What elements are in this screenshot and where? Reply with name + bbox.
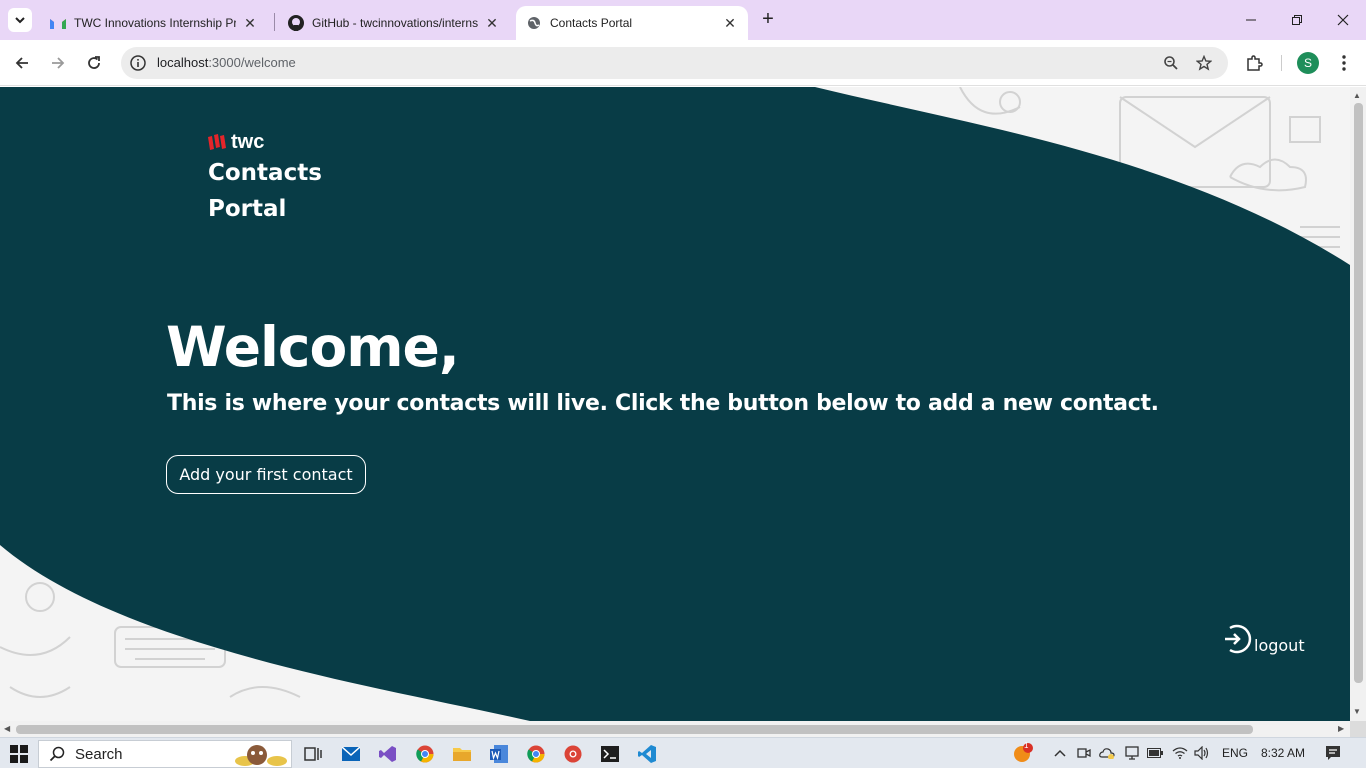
taskbar-search-label: Search	[75, 745, 123, 763]
word-icon[interactable]	[487, 742, 511, 766]
forward-button[interactable]	[46, 51, 70, 75]
tab-strip: TWC Innovations Internship Pro ✕ GitHub …	[0, 0, 1366, 40]
brand-logo: twc	[208, 131, 348, 153]
add-button-label: Add your first contact	[179, 465, 353, 484]
arrow-right-icon	[52, 57, 65, 69]
notifications-icon[interactable]	[1325, 745, 1341, 761]
vscode-icon[interactable]	[635, 742, 659, 766]
battery-icon[interactable]	[1147, 745, 1163, 761]
scroll-right-icon[interactable]: ▶	[1338, 724, 1344, 733]
arrow-left-icon	[15, 57, 28, 69]
tab-separator	[274, 13, 275, 31]
twc-logo-icon	[208, 134, 226, 150]
display-icon[interactable]	[1124, 745, 1140, 761]
info-icon[interactable]	[129, 54, 147, 72]
notification-count: 1	[1024, 741, 1029, 750]
url-path: :3000/welcome	[208, 55, 296, 70]
add-first-contact-button[interactable]: Add your first contact	[166, 455, 366, 494]
github-icon	[288, 15, 304, 31]
tab-title: Contacts Portal	[550, 16, 633, 30]
brand-title: Contacts Portal	[208, 160, 322, 222]
horizontal-scrollbar[interactable]: ◀ ▶	[0, 721, 1350, 737]
toolbar-divider	[1281, 55, 1282, 71]
scrollbar-corner	[1350, 721, 1366, 737]
page-viewport: twc Contacts Portal Welcome, This is whe…	[0, 87, 1350, 721]
chrome-profile-icon[interactable]	[561, 742, 585, 766]
vertical-scrollbar[interactable]: ▲ ▼	[1350, 87, 1366, 721]
file-explorer-icon[interactable]	[450, 742, 474, 766]
logout-icon	[1225, 624, 1252, 654]
meet-icon[interactable]	[1076, 745, 1092, 761]
terminal-icon[interactable]	[598, 742, 622, 766]
wifi-icon[interactable]	[1172, 745, 1188, 761]
restore-button[interactable]	[1287, 10, 1307, 30]
search-icon	[49, 746, 65, 762]
logout-label: logout	[1254, 636, 1305, 655]
tab-gmail[interactable]: TWC Innovations Internship Pro ✕	[40, 6, 268, 40]
globe-icon	[526, 15, 542, 31]
url-host: localhost	[157, 55, 209, 70]
close-icon[interactable]: ✕	[484, 15, 500, 32]
scrollbar-thumb[interactable]	[16, 725, 1253, 734]
gmail-icon	[50, 15, 66, 31]
windows-start-button[interactable]	[10, 745, 28, 763]
visual-studio-icon[interactable]	[376, 742, 400, 766]
zoom-icon[interactable]	[1161, 53, 1181, 73]
logout-button[interactable]: logout	[1222, 622, 1305, 656]
close-icon[interactable]: ✕	[242, 15, 258, 32]
new-tab-button[interactable]: +	[758, 9, 778, 30]
scroll-down-icon[interactable]: ▼	[1353, 707, 1361, 716]
tab-title: GitHub - twcinnovations/interns	[312, 16, 478, 30]
mail-app-icon[interactable]	[339, 742, 363, 766]
url-text[interactable]: localhost:3000/welcome	[157, 55, 296, 70]
page-heading: Welcome,	[166, 315, 460, 379]
clock-time[interactable]: 8:32 AM	[1261, 746, 1305, 760]
browser-toolbar: localhost:3000/welcome S	[0, 40, 1366, 86]
task-view-icon[interactable]	[301, 742, 325, 766]
close-icon	[1337, 14, 1349, 26]
scroll-up-icon[interactable]: ▲	[1353, 91, 1361, 100]
tab-search-button[interactable]	[8, 8, 32, 32]
notification-app-icon[interactable]	[1013, 743, 1033, 763]
extensions-icon[interactable]	[1242, 51, 1266, 75]
page-subheading: This is where your contacts will live. C…	[167, 391, 1159, 416]
brand-logo-text: twc	[231, 130, 265, 153]
profile-avatar[interactable]: S	[1297, 52, 1319, 74]
onedrive-icon[interactable]	[1099, 745, 1115, 761]
brand: twc Contacts Portal	[208, 131, 348, 227]
reload-icon	[88, 56, 100, 69]
chevron-down-icon	[15, 17, 25, 24]
minimize-icon	[1246, 19, 1256, 21]
address-bar[interactable]: localhost:3000/welcome	[121, 47, 1228, 79]
tab-github[interactable]: GitHub - twcinnovations/interns ✕	[278, 6, 510, 40]
chrome-icon[interactable]	[413, 742, 437, 766]
reload-button[interactable]	[82, 51, 106, 75]
taskbar-search-box[interactable]: Search	[38, 740, 292, 768]
volume-icon[interactable]	[1194, 745, 1210, 761]
close-window-button[interactable]	[1333, 10, 1353, 30]
chevron-up-icon[interactable]	[1052, 745, 1068, 761]
tab-title: TWC Innovations Internship Pro	[74, 16, 236, 30]
restore-icon	[1292, 15, 1302, 25]
back-button[interactable]	[10, 51, 34, 75]
close-icon[interactable]: ✕	[722, 15, 738, 32]
chrome-window-icon[interactable]	[524, 742, 548, 766]
search-highlight-icon	[235, 745, 287, 766]
scrollbar-thumb[interactable]	[1354, 103, 1363, 683]
windows-logo-icon	[10, 745, 28, 763]
avatar-initial: S	[1303, 56, 1312, 70]
windows-taskbar: Search 1 ENG 8:32 AM	[0, 737, 1366, 768]
language-indicator[interactable]: ENG	[1222, 746, 1248, 760]
minimize-button[interactable]	[1241, 10, 1261, 30]
bookmark-star-icon[interactable]	[1194, 53, 1214, 73]
menu-kebab-icon[interactable]	[1332, 51, 1356, 75]
tab-contacts-portal[interactable]: Contacts Portal ✕	[516, 6, 748, 40]
scroll-left-icon[interactable]: ◀	[4, 724, 10, 733]
